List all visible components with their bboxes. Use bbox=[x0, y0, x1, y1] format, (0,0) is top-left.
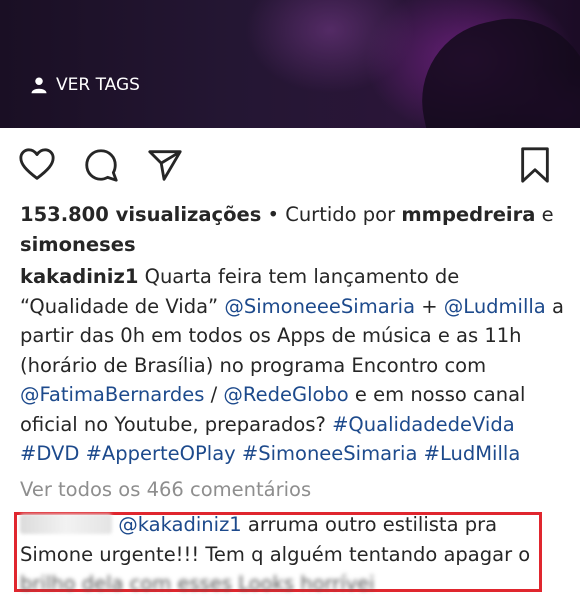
comment-item: @kakadiniz1 arruma outro estilista pra S… bbox=[20, 510, 540, 599]
save-button[interactable] bbox=[516, 146, 554, 188]
mention-link[interactable]: @RedeGlobo bbox=[223, 383, 348, 406]
hashtag-link[interactable]: #QualidadedeVida bbox=[332, 413, 515, 436]
liked-by-prefix: • Curtido por bbox=[261, 203, 402, 226]
send-icon bbox=[148, 150, 182, 181]
comment-button[interactable] bbox=[82, 146, 120, 188]
view-tags-button[interactable]: VER TAGS bbox=[30, 73, 140, 97]
liked-by-and: e bbox=[535, 203, 554, 226]
post-caption: kakadiniz1 Quarta feira tem lançamento d… bbox=[20, 262, 570, 469]
caption-text: / bbox=[204, 383, 224, 406]
mention-link[interactable]: @FatimaBernardes bbox=[20, 383, 204, 406]
post-details: 153.800 visualizações • Curtido por mmpe… bbox=[20, 200, 570, 504]
view-tags-label: VER TAGS bbox=[56, 75, 140, 95]
comment-clipped-line: brilho dela com esses Looks horrívei bbox=[20, 572, 375, 595]
mention-link[interactable]: @Ludmilla bbox=[444, 295, 546, 318]
view-all-comments-link[interactable]: Ver todos os 466 comentários bbox=[20, 475, 570, 505]
heart-icon bbox=[19, 148, 55, 180]
hashtag-link[interactable]: #DVD bbox=[20, 442, 79, 465]
media-silhouette bbox=[407, 3, 580, 128]
caption-author[interactable]: kakadiniz1 bbox=[20, 265, 138, 288]
post-media[interactable]: VER TAGS bbox=[0, 0, 580, 128]
hashtag-link[interactable]: #ApperteOPlay bbox=[86, 442, 236, 465]
hashtag-link[interactable]: #SimoneeSimaria bbox=[242, 442, 418, 465]
post-action-bar bbox=[0, 140, 580, 190]
view-count[interactable]: 153.800 visualizações bbox=[20, 203, 261, 226]
bookmark-icon bbox=[521, 147, 549, 183]
caption-text: + bbox=[415, 294, 444, 318]
user-icon bbox=[31, 77, 47, 94]
liked-by-user[interactable]: mmpedreira bbox=[401, 203, 535, 226]
like-button[interactable] bbox=[18, 146, 56, 188]
redacted-username bbox=[20, 514, 112, 534]
share-button[interactable] bbox=[146, 146, 184, 188]
mention-link[interactable]: @SimoneeeSimaria bbox=[224, 295, 415, 318]
liked-by-user-2[interactable]: simoneses bbox=[20, 233, 136, 256]
likes-summary: 153.800 visualizações • Curtido por mmpe… bbox=[20, 200, 570, 259]
comment-mention-link[interactable]: @kakadiniz1 bbox=[118, 513, 242, 536]
comment-icon bbox=[85, 149, 118, 182]
hashtag-link[interactable]: #LudMilla bbox=[424, 442, 521, 465]
